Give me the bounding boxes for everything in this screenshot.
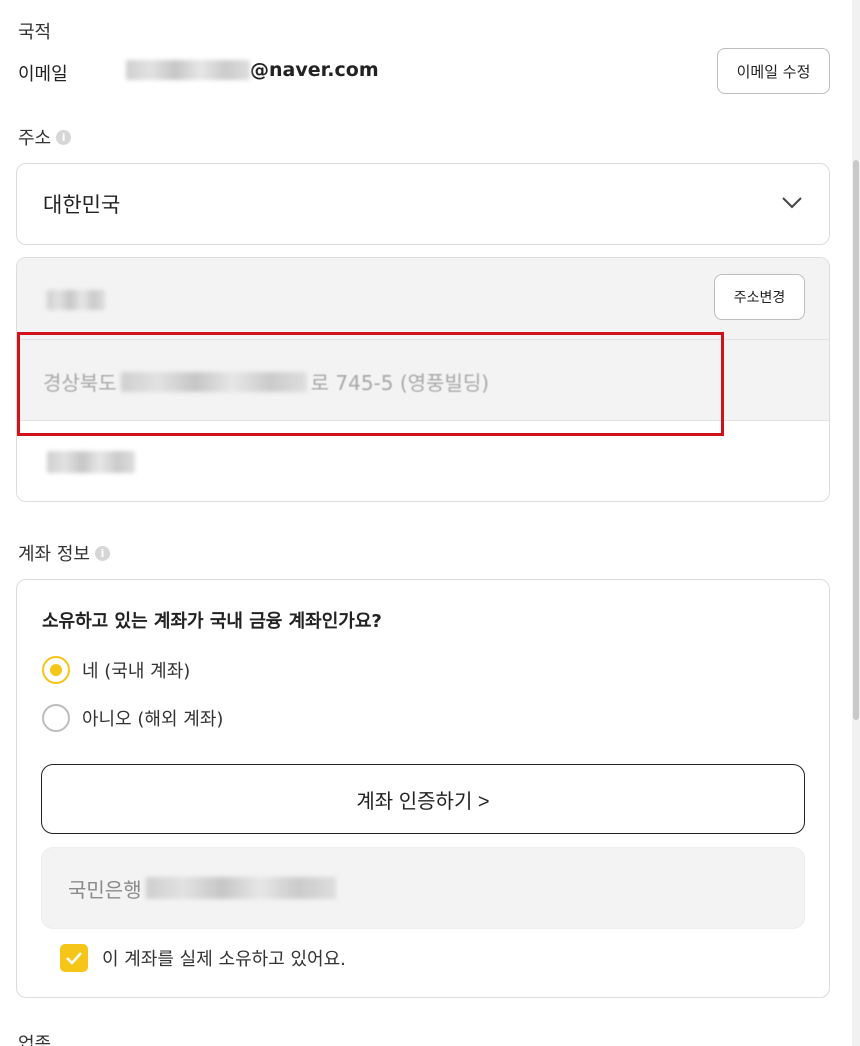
- bank-name: 국민은행: [68, 877, 142, 902]
- radio-foreign-account[interactable]: 아니오 (해외 계좌): [42, 704, 223, 732]
- address-detail-redacted: [47, 451, 135, 473]
- address-section-title: 주소 i: [18, 124, 72, 150]
- account-number-redacted: [145, 877, 336, 899]
- check-icon[interactable]: [60, 944, 88, 972]
- account-title-text: 계좌 정보: [18, 544, 90, 565]
- country-value: 대한민국: [43, 193, 121, 217]
- postal-code-redacted: [47, 290, 105, 310]
- ownership-label: 이 계좌를 실제 소유하고 있어요.: [102, 949, 346, 970]
- scrollbar-thumb[interactable]: [853, 160, 859, 720]
- highlight-box: [17, 332, 724, 436]
- radio-domestic-label: 네 (국내 계좌): [82, 661, 191, 682]
- industry-section-title: 업종: [18, 1034, 52, 1046]
- radio-selected-icon[interactable]: [42, 656, 70, 684]
- address-change-button[interactable]: 주소변경: [714, 274, 805, 320]
- email-domain: @naver.com: [250, 59, 379, 81]
- email-value: @naver.com: [126, 59, 379, 81]
- country-select[interactable]: 대한민국: [16, 163, 830, 245]
- account-question: 소유하고 있는 계좌가 국내 금융 계좌인가요?: [42, 611, 382, 632]
- radio-unselected-icon[interactable]: [42, 704, 70, 732]
- info-icon[interactable]: i: [94, 545, 110, 561]
- postal-code-row: 주소변경: [17, 258, 829, 340]
- email-local-redacted: [126, 60, 250, 80]
- nationality-label: 국적: [18, 22, 52, 43]
- radio-domestic-account[interactable]: 네 (국내 계좌): [42, 656, 190, 684]
- info-icon[interactable]: i: [56, 129, 72, 145]
- radio-foreign-label: 아니오 (해외 계좌): [82, 709, 224, 730]
- address-title-text: 주소: [18, 128, 52, 149]
- account-section-title: 계좌 정보 i: [18, 540, 110, 566]
- email-label: 이메일: [18, 64, 68, 85]
- email-edit-button[interactable]: 이메일 수정: [717, 48, 830, 94]
- chevron-down-icon: [781, 195, 803, 214]
- ownership-checkbox[interactable]: 이 계좌를 실제 소유하고 있어요.: [60, 944, 346, 972]
- verify-account-button[interactable]: 계좌 인증하기 >: [41, 764, 805, 834]
- bank-account-field: 국민은행: [41, 847, 805, 929]
